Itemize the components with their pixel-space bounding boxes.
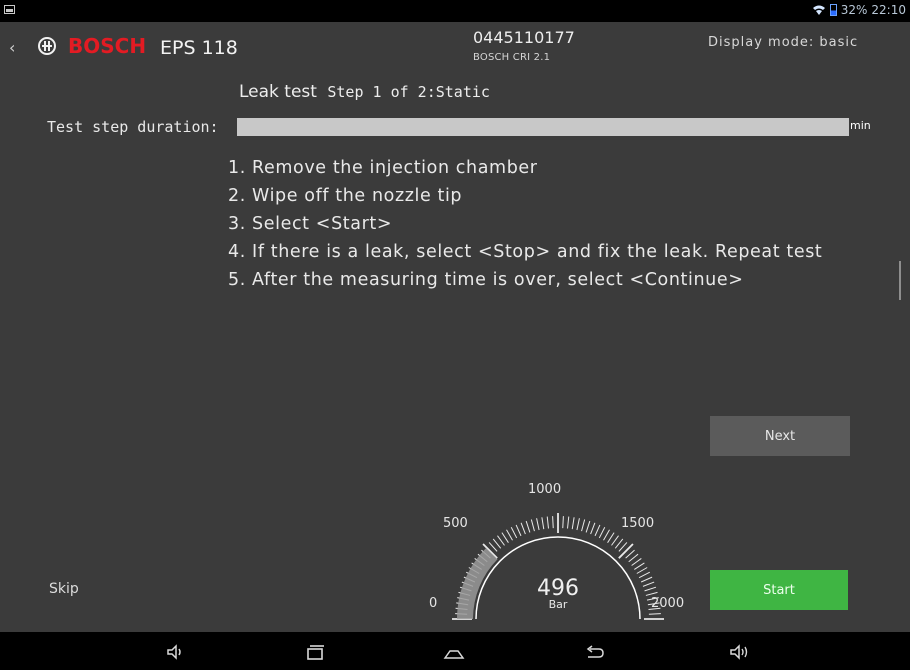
gauge-unit: Bar: [548, 598, 568, 611]
display-mode[interactable]: Display mode: basic: [708, 35, 858, 50]
gauge-tick: [603, 529, 610, 541]
gauge-tick: [628, 553, 639, 563]
gauge-tick: [642, 581, 655, 587]
pressure-gauge: 0 500 1000 1500 2000 496 Bar: [420, 474, 695, 620]
gauge-tick: [585, 520, 591, 533]
gauge-tick: [515, 524, 522, 537]
back-icon[interactable]: ‹: [9, 38, 15, 57]
gauge-tick: [525, 520, 531, 533]
gauge-tick-label-2000: 2000: [651, 596, 685, 611]
instruction-4: 4. If there is a leak, select <Stop> and…: [228, 242, 823, 262]
gauge-tick: [636, 567, 648, 574]
gauge-tick: [567, 516, 570, 529]
screenshot-notification-icon: [4, 5, 15, 14]
wifi-icon: [812, 5, 825, 15]
gauge-tick: [576, 518, 580, 531]
duration-progress-bar: [237, 118, 849, 136]
part-number: 0445110177: [473, 28, 575, 47]
gauge-tick: [640, 576, 653, 583]
volume-up-icon[interactable]: [728, 641, 750, 663]
gauge-tick: [510, 526, 518, 539]
gauge-tick: [598, 526, 606, 539]
instruction-1: 1. Remove the injection chamber: [228, 158, 538, 178]
duration-label: Test step duration:: [47, 118, 219, 136]
gauge-tick-label-1500: 1500: [621, 516, 655, 531]
gauge-tick: [590, 522, 596, 535]
android-nav-bar: [0, 632, 910, 670]
test-step: Step 1 of 2:Static: [327, 83, 490, 101]
duration-unit: min: [850, 119, 871, 132]
gauge-tick: [618, 543, 634, 559]
gauge-tick: [571, 517, 575, 530]
next-button[interactable]: Next: [710, 416, 850, 456]
gauge-tick: [536, 518, 540, 531]
home-icon[interactable]: [443, 641, 465, 663]
gauge-tick: [648, 613, 661, 615]
product-name: EPS 118: [160, 37, 238, 59]
volume-down-icon[interactable]: [164, 641, 186, 663]
test-name: Leak test: [239, 82, 317, 102]
gauge-tick: [520, 522, 526, 535]
status-icons: 32% 22:10: [812, 3, 906, 17]
gauge-tick: [497, 535, 505, 546]
battery-percent: 32%: [840, 3, 868, 17]
gauge-tick: [501, 532, 509, 543]
gauge-tick: [645, 591, 658, 596]
gauge-tick: [552, 516, 554, 529]
gauge-tick: [530, 519, 535, 532]
gauge-tick: [607, 532, 615, 543]
clock: 22:10: [871, 3, 906, 17]
gauge-tick: [614, 538, 624, 549]
skip-button[interactable]: Skip: [49, 581, 79, 597]
gauge-tick: [506, 529, 513, 541]
test-title: Leak test Step 1 of 2:Static: [239, 82, 490, 102]
instruction-5: 5. After the measuring time is over, sel…: [228, 270, 744, 290]
gauge-tick-label-1000: 1000: [528, 482, 562, 497]
bosch-logo-icon: [38, 37, 56, 55]
part-description: BOSCH CRI 2.1: [473, 52, 551, 63]
back-nav-icon[interactable]: [584, 641, 606, 663]
start-button[interactable]: Start: [710, 570, 848, 610]
gauge-tick-label-500: 500: [443, 516, 468, 531]
gauge-tick: [611, 535, 619, 546]
gauge-tick: [638, 571, 651, 579]
gauge-tick: [562, 516, 564, 529]
gauge-tick: [546, 516, 549, 529]
scrollbar[interactable]: [899, 261, 901, 300]
gauge-tick: [644, 586, 657, 592]
brand-name: BOSCH: [68, 34, 147, 58]
battery-icon: [829, 4, 837, 16]
gauge-tick: [541, 517, 545, 530]
gauge-tick: [581, 519, 586, 532]
gauge-tick: [634, 562, 645, 570]
gauge-tick: [631, 558, 642, 566]
gauge-tick-label-0: 0: [429, 596, 438, 611]
app-header: ‹ BOSCH EPS 118 0445110177 BOSCH CRI 2.1…: [0, 22, 910, 72]
instruction-2: 2. Wipe off the nozzle tip: [228, 186, 463, 206]
instruction-3: 3. Select <Start>: [228, 214, 393, 234]
gauge-tick: [594, 524, 601, 537]
instruction-list: 1. Remove the injection chamber 2. Wipe …: [228, 154, 822, 294]
status-bar: 32% 22:10: [0, 0, 910, 22]
recent-apps-icon[interactable]: [304, 641, 326, 663]
gauge-tick: [492, 538, 502, 549]
